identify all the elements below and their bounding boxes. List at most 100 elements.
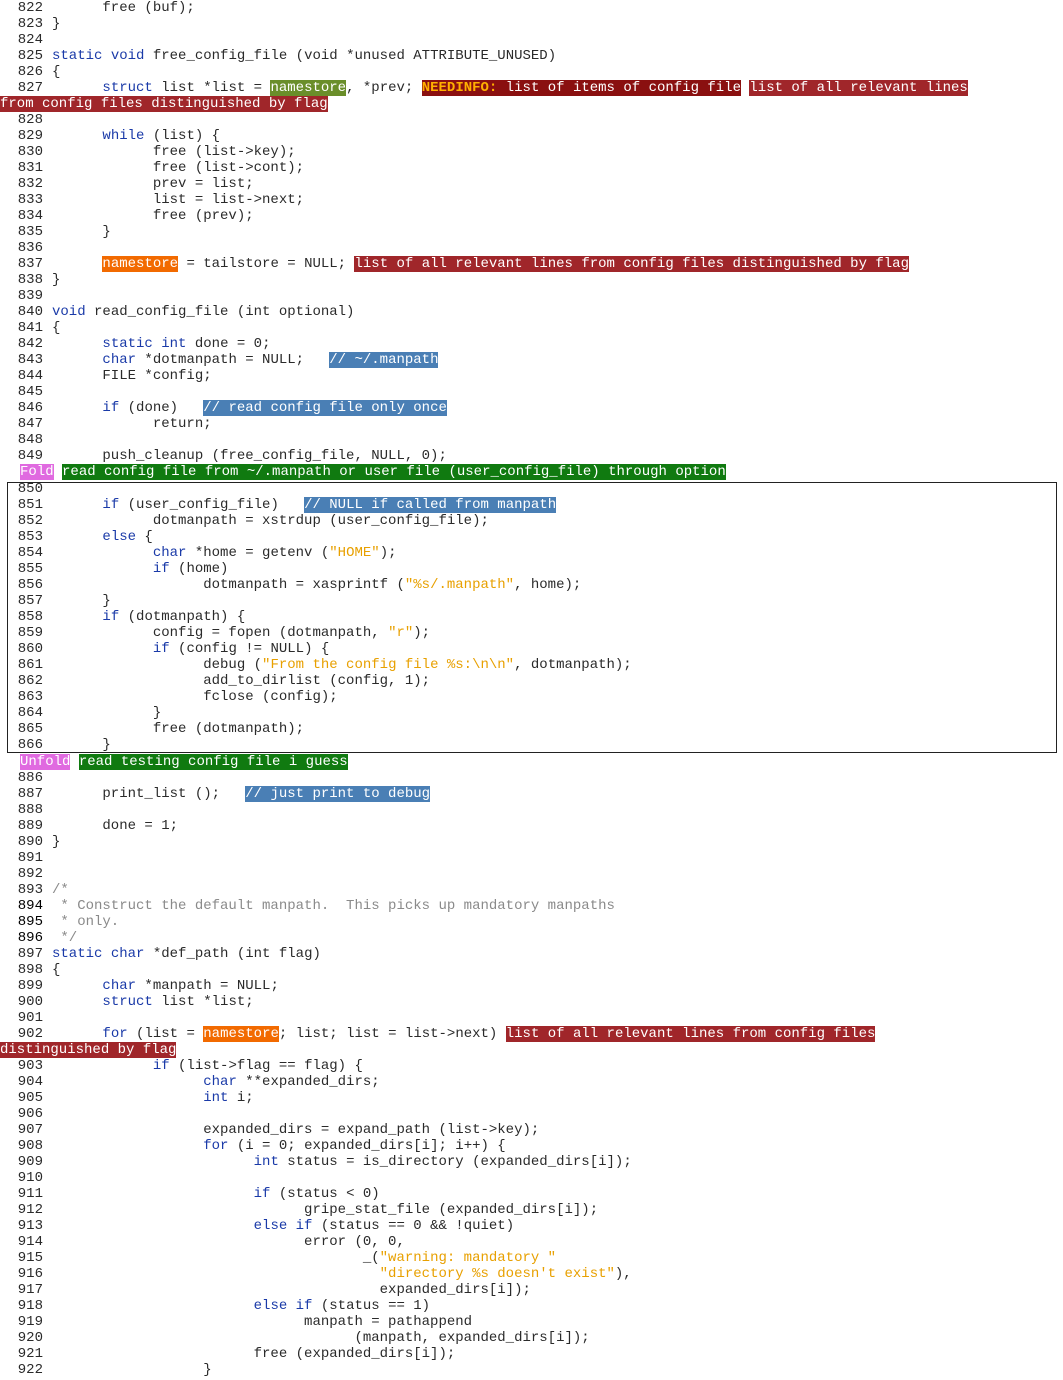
code-text: } bbox=[52, 593, 111, 609]
code-text: add_to_dirlist (config, 1); bbox=[52, 673, 431, 689]
comment-annotation[interactable]: // read config file only once bbox=[203, 400, 447, 416]
code-text: ), bbox=[614, 1266, 632, 1282]
code-text: (user_config_file) bbox=[119, 497, 305, 513]
line-number: 837 bbox=[17, 256, 43, 272]
comment-annotation[interactable]: // ~/.manpath bbox=[329, 352, 439, 368]
fold-section-annotation[interactable]: read config file from ~/.manpath or user… bbox=[62, 464, 726, 480]
line-number: 865 bbox=[17, 721, 43, 737]
fold-button[interactable]: Fold bbox=[20, 464, 54, 480]
keyword: static bbox=[52, 946, 103, 962]
code-line: 822 free (buf); bbox=[7, 0, 1057, 16]
line-number: 891 bbox=[17, 850, 43, 866]
line-number: 823 bbox=[17, 16, 43, 32]
code-line: 909 int status = is_directory (expanded_… bbox=[7, 1154, 1057, 1170]
line-number: 847 bbox=[17, 416, 43, 432]
line-number: 918 bbox=[17, 1298, 43, 1314]
code-text: , *prev; bbox=[346, 80, 422, 96]
code-line: 920 (manpath, expanded_dirs[i]); bbox=[7, 1330, 1057, 1346]
keyword: int bbox=[203, 1090, 229, 1106]
line-number: 898 bbox=[17, 962, 43, 978]
keyword: if bbox=[152, 1058, 170, 1074]
line-number: 905 bbox=[17, 1090, 43, 1106]
line-number: 843 bbox=[17, 352, 43, 368]
line-number: 914 bbox=[17, 1234, 43, 1250]
line-number: 859 bbox=[17, 625, 43, 641]
code-line: 838} bbox=[7, 272, 1057, 288]
line-number: 916 bbox=[17, 1266, 43, 1282]
line-number: 892 bbox=[17, 866, 43, 882]
namestore-annotation[interactable]: namestore bbox=[203, 1026, 279, 1042]
namestore-annotation[interactable]: namestore bbox=[102, 256, 179, 272]
needinfo-text: list of items of config file bbox=[497, 80, 741, 96]
comment-text: */ bbox=[52, 930, 78, 946]
code-text: ; list; list = list->next) bbox=[278, 1026, 506, 1042]
relevant-lines-annotation[interactable]: list of all relevant lines from config f… bbox=[354, 256, 909, 272]
unfold-button[interactable]: Unfold bbox=[20, 754, 71, 770]
code-text: push_cleanup (free_config_file, NULL, 0)… bbox=[52, 448, 447, 464]
string-literal: "r" bbox=[388, 625, 414, 641]
code-text: free (prev); bbox=[52, 208, 254, 224]
line-number: 893 bbox=[17, 882, 43, 898]
code-line: 826 { bbox=[7, 64, 1057, 80]
line-number: 904 bbox=[17, 1074, 43, 1090]
code-text: *dotmanpath = NULL; bbox=[136, 352, 330, 368]
keyword: char bbox=[110, 946, 145, 962]
line-number: 895 bbox=[17, 914, 43, 930]
code-line: 910 bbox=[7, 1170, 1057, 1186]
code-line: 896 */ bbox=[7, 930, 1057, 946]
line-number: 852 bbox=[17, 513, 43, 529]
line-number: 827 bbox=[17, 80, 43, 96]
relevant-lines-annotation-cont[interactable]: distinguished by flag bbox=[0, 1042, 177, 1058]
relevant-lines-annotation-cont[interactable]: from config files distinguished by flag bbox=[0, 96, 328, 112]
keyword: char bbox=[152, 545, 187, 561]
code-line: 865 free (dotmanpath); bbox=[7, 721, 1057, 737]
relevant-lines-annotation[interactable]: list of all relevant lines from config f… bbox=[505, 1026, 876, 1042]
line-number: 919 bbox=[17, 1314, 43, 1330]
code-text: done = 0; bbox=[186, 336, 271, 352]
code-line: 830 free (list->key); bbox=[7, 144, 1057, 160]
code-text: read_config_file (int optional) bbox=[85, 304, 355, 320]
code-line: 921 free (expanded_dirs[i]); bbox=[7, 1346, 1057, 1362]
line-number: 901 bbox=[17, 1010, 43, 1026]
line-number: 861 bbox=[17, 657, 43, 673]
line-number: 906 bbox=[17, 1106, 43, 1122]
line-number: 841 bbox=[17, 320, 43, 336]
namestore-annotation[interactable]: namestore bbox=[270, 80, 347, 96]
code-text: free (expanded_dirs[i]); bbox=[52, 1346, 456, 1362]
line-number: 886 bbox=[17, 770, 43, 786]
code-line: 922 } bbox=[7, 1362, 1057, 1378]
line-number: 900 bbox=[17, 994, 43, 1010]
code-text: free (dotmanpath); bbox=[52, 721, 305, 737]
needinfo-annotation[interactable]: NEEDINFO: list of items of config file bbox=[421, 80, 741, 96]
code-text: status = is_directory (expanded_dirs[i])… bbox=[278, 1154, 632, 1170]
keyword: else bbox=[253, 1218, 288, 1234]
keyword: static bbox=[102, 336, 153, 352]
comment-annotation[interactable]: // NULL if called from manpath bbox=[304, 497, 557, 513]
line-number: 848 bbox=[17, 432, 43, 448]
code-line: 852 dotmanpath = xstrdup (user_config_fi… bbox=[7, 513, 1057, 529]
code-line: 911 if (status < 0) bbox=[7, 1186, 1057, 1202]
code-line: 890} bbox=[7, 834, 1057, 850]
code-text: (status == 0 && !quiet) bbox=[312, 1218, 515, 1234]
code-text: , home); bbox=[514, 577, 582, 593]
code-text: { bbox=[136, 529, 153, 545]
keyword: char bbox=[102, 978, 137, 994]
code-line: 848 bbox=[7, 432, 1057, 448]
keyword: struct bbox=[102, 994, 153, 1010]
code-text: (done) bbox=[119, 400, 204, 416]
line-number: 922 bbox=[17, 1362, 43, 1378]
code-text: debug ( bbox=[52, 657, 263, 673]
relevant-lines-annotation[interactable]: list of all relevant lines bbox=[749, 80, 968, 96]
line-number: 909 bbox=[17, 1154, 43, 1170]
code-text: } bbox=[52, 1362, 212, 1378]
unfold-section-annotation[interactable]: read testing config file i guess bbox=[78, 754, 348, 770]
comment-annotation[interactable]: // just print to debug bbox=[245, 786, 431, 802]
string-literal: "%s/.manpath" bbox=[404, 577, 515, 593]
